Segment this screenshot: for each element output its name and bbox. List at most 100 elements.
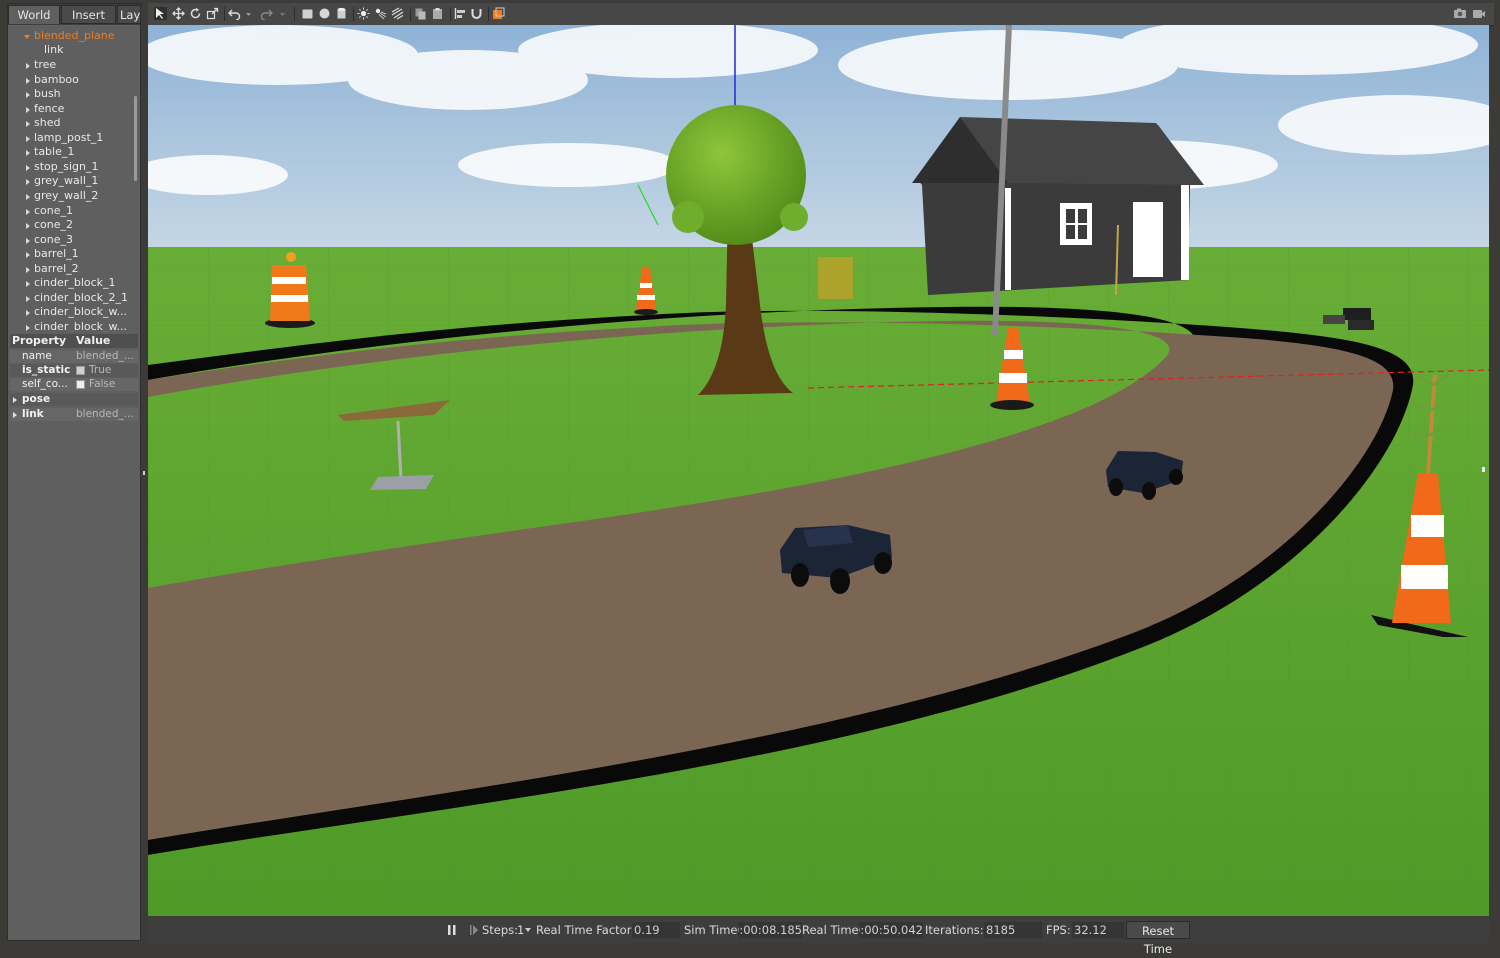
snap-icon[interactable] <box>470 7 483 20</box>
property-row-is-static[interactable]: is_static True <box>10 364 138 377</box>
tree-item-model[interactable]: fence <box>8 102 132 116</box>
toolbar-separator <box>450 7 451 21</box>
expanded-arrow-icon[interactable] <box>24 35 30 39</box>
record-icon[interactable] <box>1472 7 1486 20</box>
redo-icon[interactable] <box>260 7 273 20</box>
pause-icon[interactable] <box>446 924 458 936</box>
tab-layers[interactable]: Layers <box>117 5 140 24</box>
tree-item-model[interactable]: shed <box>8 116 132 130</box>
tree-item-model[interactable]: bush <box>8 87 132 101</box>
collapsed-arrow-icon[interactable] <box>26 310 30 317</box>
tree-item-label: table_1 <box>34 145 75 159</box>
expand-arrow-icon[interactable] <box>13 412 17 418</box>
tree-item-model[interactable]: table_1 <box>8 145 132 159</box>
collapsed-arrow-icon[interactable] <box>26 77 30 84</box>
step-icon[interactable] <box>468 924 480 936</box>
screenshot-icon[interactable] <box>1453 7 1467 20</box>
select-icon[interactable] <box>154 7 167 20</box>
tree-item-model[interactable]: bamboo <box>8 73 132 87</box>
tree-item-model[interactable]: stop_sign_1 <box>8 160 132 174</box>
tree-item-model[interactable]: cinder_block_2_1 <box>8 291 132 305</box>
change-view-icon[interactable] <box>492 7 505 20</box>
steps-value[interactable]: 1 <box>517 922 524 938</box>
property-value: False <box>89 378 116 390</box>
property-row-self-collide[interactable]: self_co... False <box>10 378 138 391</box>
tree-item-label: cone_3 <box>34 232 74 246</box>
collapsed-arrow-icon[interactable] <box>26 281 30 288</box>
checkbox-checked-icon[interactable] <box>76 365 85 375</box>
collapsed-arrow-icon[interactable] <box>26 223 30 230</box>
collapsed-arrow-icon[interactable] <box>26 208 30 215</box>
real-time-factor-label: Real Time Factor: <box>536 923 636 937</box>
tree-item-model[interactable]: cinder_block_w... <box>8 320 132 332</box>
copy-icon[interactable] <box>414 7 427 20</box>
tree-item-blended-plane[interactable]: blended_plane <box>8 29 138 43</box>
undo-icon[interactable] <box>228 7 241 20</box>
checkbox-unchecked-icon[interactable] <box>76 379 85 389</box>
collapsed-arrow-icon[interactable] <box>26 106 30 113</box>
cylinder-icon[interactable] <box>335 7 348 20</box>
sphere-icon[interactable] <box>318 7 331 20</box>
property-row-link[interactable]: link blended_... <box>10 408 138 421</box>
tree-item-model[interactable]: barrel_2 <box>8 262 132 276</box>
tree-item-model[interactable]: lamp_post_1 <box>8 131 132 145</box>
left-panel: World Insert Layers blended_plane link t… <box>7 3 141 941</box>
panel-splitter-handle[interactable] <box>143 471 145 475</box>
collapsed-arrow-icon[interactable] <box>26 150 30 157</box>
redo-dropdown-icon[interactable] <box>279 7 286 20</box>
spot-light-icon[interactable] <box>374 7 387 20</box>
collapsed-arrow-icon[interactable] <box>26 237 30 244</box>
tree-item-model[interactable]: cone_2 <box>8 218 132 232</box>
steps-dropdown-icon[interactable] <box>525 928 531 933</box>
tree-item-model[interactable]: cinder_block_w... <box>8 305 132 319</box>
scene-viewport[interactable] <box>148 25 1489 916</box>
tree-item-model[interactable]: grey_wall_1 <box>8 174 132 188</box>
collapsed-arrow-icon[interactable] <box>26 135 30 142</box>
collapsed-arrow-icon[interactable] <box>26 252 30 259</box>
iterations-value: 8185 <box>984 922 1042 938</box>
shed-model[interactable] <box>912 117 1204 295</box>
tree-item-model[interactable]: grey_wall_2 <box>8 189 132 203</box>
tree-item-model[interactable]: barrel_1 <box>8 247 132 261</box>
steps-label: Steps: <box>482 923 519 937</box>
collapsed-arrow-icon[interactable] <box>26 295 30 302</box>
property-row-name[interactable]: name blended_... <box>10 350 138 363</box>
box-icon[interactable] <box>301 7 314 20</box>
tab-world[interactable]: World <box>8 5 60 24</box>
property-row-pose[interactable]: pose <box>10 393 138 406</box>
collapsed-arrow-icon[interactable] <box>26 121 30 128</box>
tree-item-link[interactable]: link <box>8 43 138 57</box>
tree-item-model[interactable]: tree <box>8 58 132 72</box>
tree-item-label: link <box>44 43 64 56</box>
tree-item-label: shed <box>34 116 61 130</box>
tree-item-label: tree <box>34 58 57 71</box>
tab-insert[interactable]: Insert <box>61 5 116 24</box>
tree-item-model[interactable]: cone_1 <box>8 204 132 218</box>
fence-model[interactable] <box>818 257 853 299</box>
tree-item-model[interactable]: cone_3 <box>8 233 132 247</box>
point-light-icon[interactable] <box>357 7 370 20</box>
scale-icon[interactable] <box>206 7 219 20</box>
tree-item-model[interactable]: cinder_block_1 <box>8 276 132 290</box>
undo-dropdown-icon[interactable] <box>245 7 252 20</box>
collapsed-arrow-icon[interactable] <box>26 164 30 171</box>
align-icon[interactable] <box>454 7 467 20</box>
collapsed-arrow-icon[interactable] <box>26 63 30 69</box>
sim-status-bar: Steps: 1 Real Time Factor: 0.19 Sim Time… <box>148 917 1489 956</box>
scene-render <box>148 25 1489 916</box>
rotate-icon[interactable] <box>189 7 202 20</box>
tree-item-label: fence <box>34 101 65 115</box>
collapsed-arrow-icon[interactable] <box>26 193 30 200</box>
collapsed-arrow-icon[interactable] <box>26 324 30 331</box>
directional-light-icon[interactable] <box>391 7 404 20</box>
viewport-splitter-handle[interactable] <box>1482 467 1485 472</box>
reset-time-button[interactable]: Reset Time <box>1126 921 1190 956</box>
tree-scrollbar[interactable] <box>134 96 137 181</box>
collapsed-arrow-icon[interactable] <box>26 92 30 99</box>
collapsed-arrow-icon[interactable] <box>26 179 30 186</box>
real-time-value: 00:00:50.042 <box>859 922 923 938</box>
expand-arrow-icon[interactable] <box>13 397 17 403</box>
collapsed-arrow-icon[interactable] <box>26 266 30 273</box>
paste-icon[interactable] <box>431 7 444 20</box>
translate-icon[interactable] <box>172 7 185 20</box>
